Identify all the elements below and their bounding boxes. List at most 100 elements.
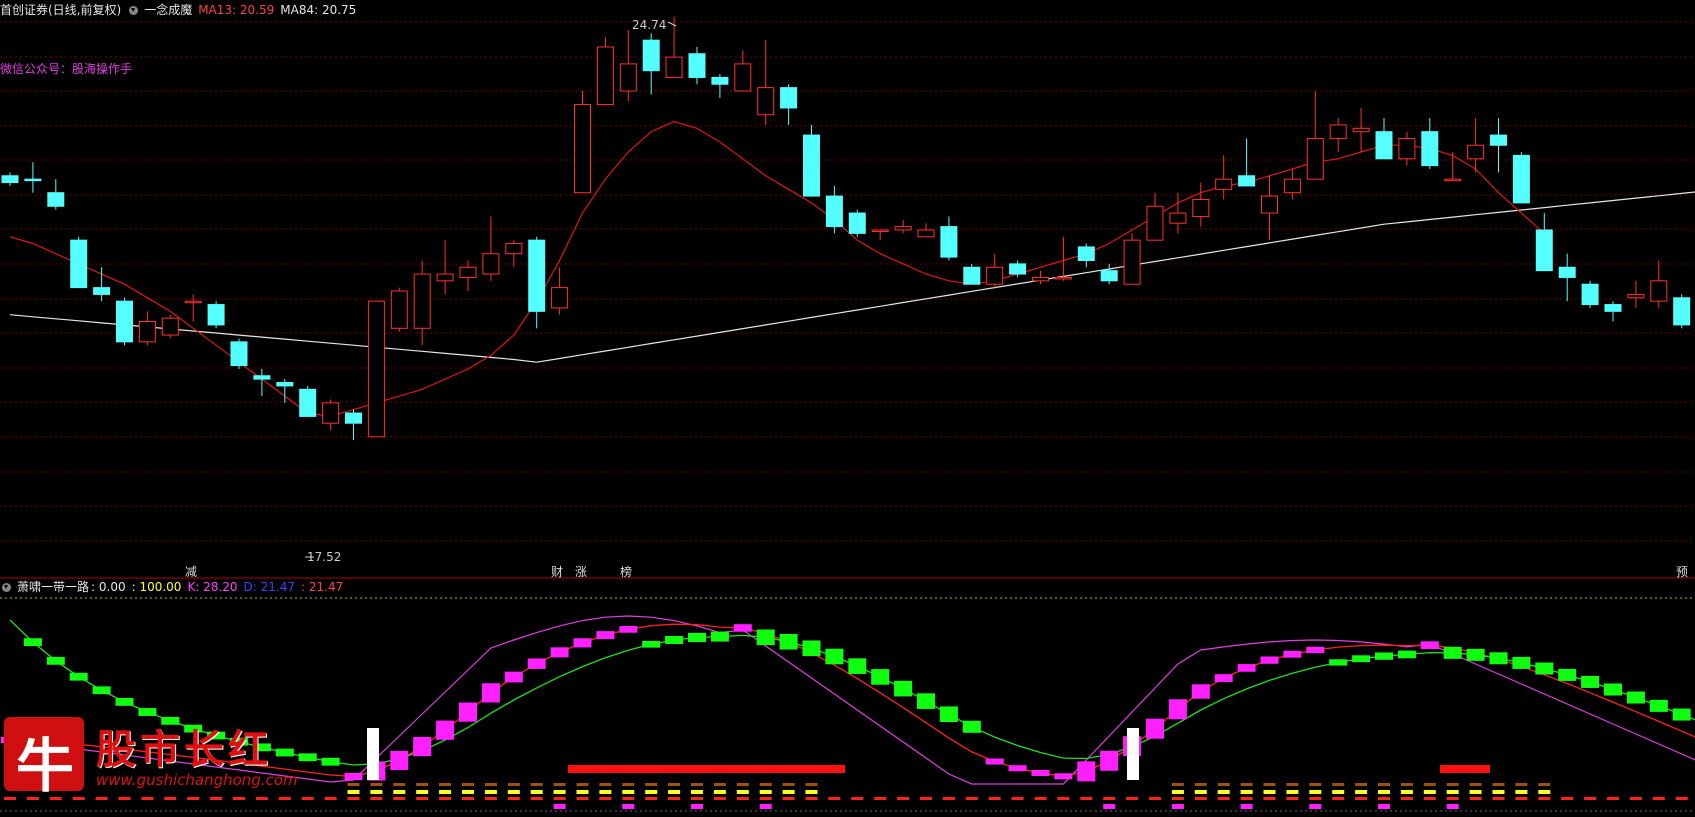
kdj-block [1260,656,1279,664]
candle-up [367,300,385,438]
kdj-block [573,638,592,648]
candle-up [1352,127,1370,133]
signal-dash [1240,790,1253,794]
signal-dash [805,790,818,794]
candle-up [459,266,477,278]
signal-dash [1400,797,1413,800]
high-price-label: 24.74 [632,18,667,32]
kline-chart[interactable] [0,0,1695,817]
signal-dash [347,790,360,794]
signal-dash [576,783,589,786]
indicator-menu-icon[interactable] [129,6,139,15]
kdj-block [1604,683,1622,696]
signal-dash [759,790,772,794]
candle-down [528,239,546,312]
kdj-block [46,656,65,665]
signal-dash [1171,804,1184,809]
signal-dash [736,783,749,786]
candle-up [871,229,889,232]
ma13-readout: MA13: 20.59 [198,3,275,17]
signal-dash [1423,783,1436,786]
signal-dash [1080,797,1093,800]
signal-dash [1469,790,1482,794]
signal-tag-cai: 财 [551,565,564,579]
candle-down [1512,154,1530,204]
candle-up [734,63,752,92]
candle-up [619,63,637,92]
kdj-block [1329,659,1348,666]
kdj-block [642,640,661,648]
signal-dash [1194,797,1207,800]
kdj-block [1008,765,1027,772]
signal-dash [1515,797,1528,800]
indicator-name: 一念成魔 [144,3,193,17]
kdj-block [1100,750,1119,771]
signal-dash [645,797,658,800]
kdj-block [1283,650,1302,658]
signal-dash [370,783,383,786]
signal-dash [988,797,1001,800]
candle-down [70,239,88,289]
signal-dash [393,783,406,786]
signal-dash [782,783,795,786]
candle-up [1627,293,1645,299]
signal-dash [1309,797,1322,800]
candle-down [1077,246,1095,261]
kdj-block [23,638,42,647]
signal-dash [713,783,726,786]
logo-char: 牛 [16,732,75,800]
kdj-block [550,647,569,658]
candle-down [780,87,798,109]
kdj-block [917,693,935,709]
signal-dash [1629,797,1642,800]
signal-dash [393,797,406,800]
signal-dash [1378,797,1390,800]
candle-down [253,375,271,380]
signal-dash [393,790,406,794]
kdj-block [459,702,477,722]
candle-down [1673,297,1691,326]
kdj-block [92,686,111,695]
signal-dash [439,797,452,800]
signal-dash [347,783,360,786]
kdj-block [504,671,523,683]
signal-dash [1034,797,1047,800]
signal-dash [851,797,864,800]
kdj-block [1535,662,1554,675]
sub-indicator-menu-icon[interactable] [2,583,11,592]
sub-value-1: : 0.00 [91,580,126,594]
signal-dash [599,797,612,800]
signal-dash [1286,783,1299,786]
candle-up [138,321,156,343]
candle-up [1032,276,1049,282]
candle-up [1283,178,1301,194]
signal-dash [1217,783,1230,786]
kdj-block [939,706,958,723]
signal-dash [507,783,520,786]
kdj-block [1397,650,1416,659]
k-readout: K: 28.20 [187,580,238,594]
signal-dash [1355,783,1368,786]
signal-dash [1423,797,1436,800]
kdj-block [1626,691,1645,704]
signal-dash [1355,790,1368,794]
signal-dash [1240,783,1253,786]
kdj-block [1077,761,1096,782]
signal-dash [484,790,497,794]
kdj-block [1466,648,1485,661]
kdj-block [1054,773,1073,780]
signal-dash [668,790,681,794]
signal-dash [1309,804,1322,809]
strength-bar [1440,765,1490,773]
signal-dash [736,790,749,794]
signal-dash [553,783,566,786]
candle-up [1146,205,1164,241]
kdj-block [665,635,684,645]
site-logo: 牛 股市长红 www.gushichanghong.com [4,715,304,800]
candle-down [345,412,362,424]
signal-dash [1469,797,1482,800]
signal-dash [1263,790,1276,794]
signal-dash [255,797,268,800]
kdj-block [985,758,1004,765]
signal-dash [622,797,635,800]
